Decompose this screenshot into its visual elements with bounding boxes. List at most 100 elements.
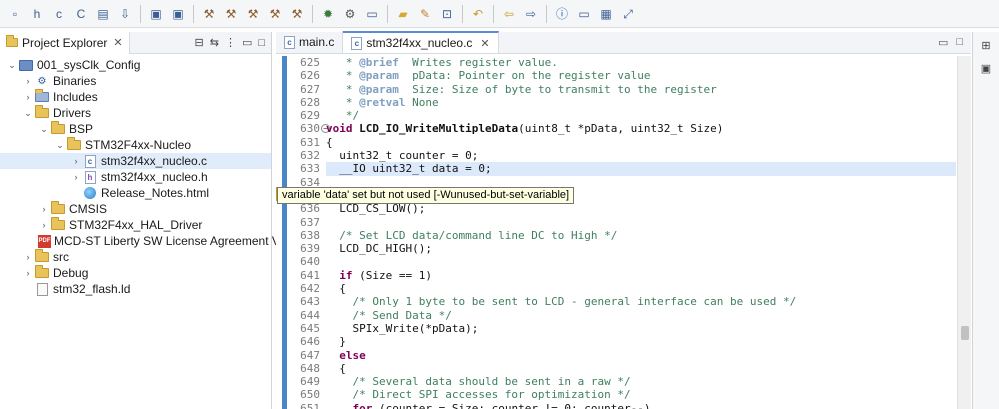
link-editor-icon[interactable]: ⇆ <box>210 36 219 49</box>
tree-item[interactable]: › src <box>0 249 271 265</box>
maximize-icon[interactable]: □ <box>956 36 963 49</box>
code-line[interactable]: { <box>326 362 956 375</box>
minimize-icon[interactable]: ▭ <box>938 36 948 49</box>
info-icon[interactable]: ⓘ <box>553 5 571 23</box>
code-line[interactable]: if (Size == 1) <box>326 269 956 282</box>
expanded-arrow-icon[interactable]: ⌄ <box>38 124 50 135</box>
collapse-all-icon[interactable]: ⊟ <box>195 36 204 49</box>
open-type-icon[interactable]: ⊡ <box>438 5 456 23</box>
terminal-icon[interactable]: ▭ <box>363 5 381 23</box>
tree-item[interactable]: PDF MCD-ST Liberty SW License Agreement V… <box>0 233 287 249</box>
new-class-icon[interactable]: C <box>72 5 90 23</box>
save-icon[interactable]: ▣ <box>147 5 165 23</box>
tree-item[interactable]: Release_Notes.html <box>0 185 271 201</box>
expanded-arrow-icon[interactable]: ⌄ <box>22 108 34 119</box>
tree-item[interactable]: stm32_flash.ld <box>0 281 271 297</box>
code-line[interactable]: { <box>326 136 956 149</box>
code-line[interactable]: /* Set LCD data/command line DC to High … <box>326 229 956 242</box>
code-line[interactable] <box>326 216 956 229</box>
code-line[interactable]: uint32_t counter = 0; <box>326 149 956 162</box>
code-line[interactable]: /* Several data should be sent in a raw … <box>326 375 956 388</box>
run-icon[interactable]: ⚙ <box>341 5 359 23</box>
includes-icon <box>34 89 50 104</box>
clean-icon[interactable]: ⚒ <box>244 5 262 23</box>
collapsed-arrow-icon[interactable]: › <box>22 76 34 86</box>
tree-item[interactable]: › Debug <box>0 265 271 281</box>
restore-icon[interactable]: ▣ <box>975 58 997 78</box>
close-icon[interactable]: ✕ <box>480 37 489 50</box>
tab-main-c[interactable]: c main.c <box>276 31 344 53</box>
prev-annotation-icon[interactable]: ↶ <box>469 5 487 23</box>
source-code[interactable]: * @brief Writes register value. * @param… <box>326 56 956 409</box>
project-explorer-tab[interactable]: Project Explorer ✕ <box>0 31 130 54</box>
code-line[interactable]: * @param Size: Size of byte to transmit … <box>326 83 956 96</box>
back-icon[interactable]: ⇦ <box>500 5 518 23</box>
collapsed-arrow-icon[interactable]: › <box>70 156 82 166</box>
code-line[interactable]: __IO uint32_t data = 0; <box>326 162 956 176</box>
code-line[interactable]: { <box>326 282 956 295</box>
open-folder-icon[interactable]: ▰ <box>394 5 412 23</box>
code-line[interactable]: /* Send Data */ <box>326 309 956 322</box>
save-all-icon[interactable]: ▣ <box>169 5 187 23</box>
code-line[interactable]: /* Only 1 byte to be sent to LCD - gener… <box>326 295 956 308</box>
code-line[interactable]: LCD_DC_HIGH(); <box>326 242 956 255</box>
build-all-icon[interactable]: ⚒ <box>222 5 240 23</box>
code-line[interactable]: * @param pData: Pointer on the register … <box>326 69 956 82</box>
build-config-icon[interactable]: ⚒ <box>266 5 284 23</box>
new-folder-icon[interactable]: ▤ <box>94 5 112 23</box>
code-line[interactable]: } <box>326 335 956 348</box>
minimize-icon[interactable]: ▭ <box>242 36 252 49</box>
code-line[interactable]: * @retval None <box>326 96 956 109</box>
line-number: 628 <box>300 95 320 109</box>
collapsed-arrow-icon[interactable]: › <box>70 172 82 182</box>
outline-view-icon[interactable]: ⊞ <box>975 35 997 55</box>
build-hammer-icon[interactable]: ⚒ <box>200 5 218 23</box>
tree-item[interactable]: › CMSIS <box>0 201 271 217</box>
collapsed-arrow-icon[interactable]: › <box>22 252 34 262</box>
code-area[interactable]: 625626627628629630−631632633634635636637… <box>276 56 971 409</box>
code-line[interactable]: LCD_CS_LOW(); <box>326 202 956 215</box>
code-line[interactable]: /* Direct SPI accesses for optimization … <box>326 388 956 401</box>
tree-item[interactable]: ⌄ BSP <box>0 121 271 137</box>
expanded-arrow-icon[interactable]: ⌄ <box>54 140 66 151</box>
maximize-icon[interactable]: □ <box>258 37 265 49</box>
expanded-arrow-icon[interactable]: ⌄ <box>6 60 18 71</box>
collapsed-arrow-icon[interactable]: › <box>22 268 34 278</box>
collapsed-arrow-icon[interactable]: › <box>38 204 50 214</box>
close-icon[interactable]: ✕ <box>113 36 122 49</box>
tree-item[interactable]: › Includes <box>0 89 271 105</box>
tree-item[interactable]: ⌄ Drivers <box>0 105 271 121</box>
code-line[interactable]: SPIx_Write(*pData); <box>326 322 956 335</box>
new-file-icon[interactable]: ▫ <box>6 5 24 23</box>
code-line[interactable] <box>326 255 956 268</box>
folder-icon <box>50 121 66 136</box>
window-icon[interactable]: ▭ <box>575 5 593 23</box>
maximize-icon[interactable]: ⤢ <box>619 5 637 23</box>
debug-icon[interactable]: ✹ <box>319 5 337 23</box>
tree-item[interactable]: › c stm32f4xx_nucleo.c <box>0 153 271 169</box>
scrollbar-thumb[interactable] <box>961 326 969 340</box>
external-tools-icon[interactable]: ✎ <box>416 5 434 23</box>
tree-item[interactable]: ⌄ STM32F4xx-Nucleo <box>0 137 271 153</box>
new-source-icon[interactable]: c <box>50 5 68 23</box>
code-line[interactable]: void LCD_IO_WriteMultipleData(uint8_t *p… <box>326 122 956 135</box>
code-line[interactable]: else <box>326 349 956 362</box>
collapsed-arrow-icon[interactable]: › <box>22 92 34 102</box>
line-number: 644 <box>300 308 320 322</box>
new-header-icon[interactable]: h <box>28 5 46 23</box>
build-target-icon[interactable]: ⚒ <box>288 5 306 23</box>
collapsed-arrow-icon[interactable]: › <box>38 220 50 230</box>
tree-item[interactable]: › STM32F4xx_HAL_Driver <box>0 217 271 233</box>
import-icon[interactable]: ⇩ <box>116 5 134 23</box>
code-line[interactable]: for (counter = Size; counter != 0; count… <box>326 402 956 409</box>
vertical-scrollbar[interactable] <box>957 56 971 409</box>
tree-item[interactable]: ⌄ 001_sysClk_Config <box>0 57 271 73</box>
code-line[interactable]: * @brief Writes register value. <box>326 56 956 69</box>
code-line[interactable]: */ <box>326 109 956 122</box>
layout-icon[interactable]: ▦ <box>597 5 615 23</box>
tab-stm32f4xx-nucleo-c[interactable]: c stm32f4xx_nucleo.c ✕ <box>343 31 499 53</box>
tree-item[interactable]: › ⚙ Binaries <box>0 73 271 89</box>
forward-icon[interactable]: ⇨ <box>522 5 540 23</box>
view-menu-icon[interactable]: ⋮ <box>225 36 236 49</box>
tree-item[interactable]: › h stm32f4xx_nucleo.h <box>0 169 271 185</box>
